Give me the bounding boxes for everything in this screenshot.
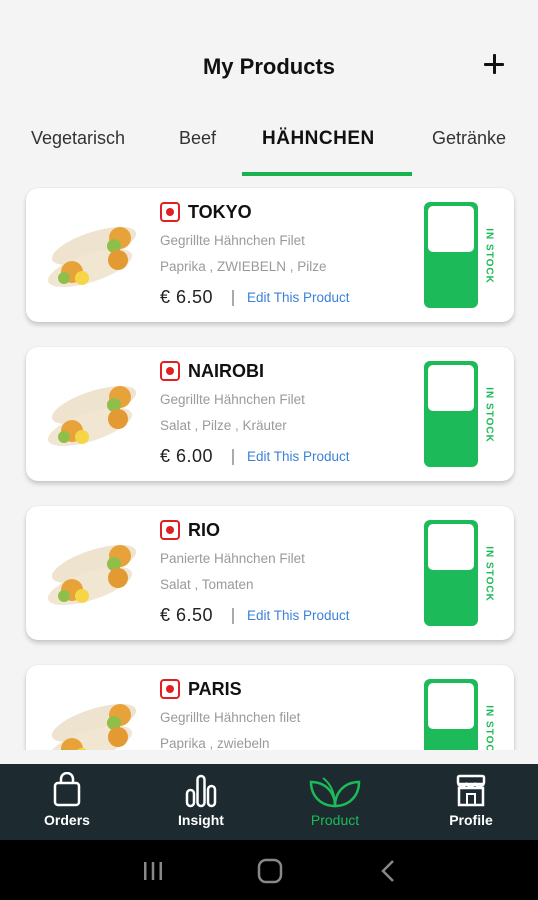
wrap-image <box>47 226 137 288</box>
category-tabs: Vegetarisch Beef HÄHNCHEN Getränke <box>0 118 538 178</box>
product-name: RIO <box>188 520 221 540</box>
product-list[interactable]: TOKYO Gegrillte Hähnchen Filet Paprika ,… <box>0 178 538 750</box>
nav-label: Insight <box>178 812 224 828</box>
product-card[interactable]: TOKYO Gegrillte Hähnchen Filet Paprika ,… <box>26 188 514 322</box>
toggle-knob <box>428 683 474 729</box>
product-name: NAIROBI <box>188 361 264 381</box>
edit-product-link[interactable]: Edit This Product <box>247 449 350 464</box>
wrap-image <box>47 385 137 447</box>
page-title: My Products <box>202 54 336 79</box>
product-description: Gegrillte Hähnchen Filet <box>160 233 305 248</box>
shopping-bag-icon <box>53 772 81 807</box>
product-price: € 6.50 <box>160 605 214 625</box>
product-description: Gegrillte Hähnchen filet <box>160 710 301 725</box>
stock-status-label: IN STOCK <box>483 705 495 750</box>
stock-toggle[interactable] <box>424 202 478 308</box>
divider <box>232 449 234 465</box>
wrap-image <box>47 703 137 750</box>
product-ingredients: Salat , Tomaten <box>160 577 254 592</box>
food-type-mark <box>160 361 180 381</box>
stock-status-label: IN STOCK <box>483 228 495 284</box>
wrap-image <box>47 544 137 606</box>
product-price: € 6.50 <box>160 287 214 307</box>
edit-product-link[interactable]: Edit This Product <box>247 290 350 305</box>
divider <box>232 290 234 306</box>
toggle-knob <box>428 365 474 411</box>
food-type-mark <box>160 520 180 540</box>
system-navigation-bar <box>0 840 538 900</box>
store-icon <box>456 774 486 807</box>
bottom-navigation: Orders Insight Product Profile <box>0 764 538 840</box>
nav-label: Product <box>310 812 360 828</box>
back-icon[interactable] <box>378 858 400 884</box>
nav-label: Profile <box>449 812 493 828</box>
edit-product-link[interactable]: Edit This Product <box>247 608 350 623</box>
product-card[interactable]: RIO Panierte Hähnchen Filet Salat , Toma… <box>26 506 514 640</box>
nav-insight[interactable]: Insight <box>134 764 268 840</box>
product-ingredients: Paprika , zwiebeln <box>160 736 270 750</box>
add-product-button[interactable] <box>480 50 508 78</box>
divider <box>232 608 234 624</box>
nav-orders[interactable]: Orders <box>0 764 134 840</box>
product-price: € 6.00 <box>160 446 214 466</box>
product-ingredients: Paprika , ZWIEBELN , Pilze <box>160 259 327 274</box>
tab-haehnchen[interactable]: HÄHNCHEN <box>262 128 375 150</box>
stock-status-label: IN STOCK <box>483 387 495 443</box>
stock-status-label: IN STOCK <box>483 546 495 602</box>
recent-apps-icon[interactable] <box>140 858 166 884</box>
tab-vegetarisch[interactable]: Vegetarisch <box>31 128 125 149</box>
home-icon[interactable] <box>256 858 284 884</box>
status-bar <box>0 0 538 36</box>
toggle-knob <box>428 524 474 570</box>
nav-profile[interactable]: Profile <box>404 764 538 840</box>
stock-toggle[interactable] <box>424 361 478 467</box>
toggle-knob <box>428 206 474 252</box>
product-card[interactable]: PARIS Gegrillte Hähnchen filet Paprika ,… <box>26 665 514 750</box>
bar-chart-icon <box>185 774 217 808</box>
food-type-mark <box>160 679 180 699</box>
tab-getraenke[interactable]: Getränke <box>432 128 506 149</box>
product-ingredients: Salat , Pilze , Kräuter <box>160 418 287 433</box>
leaf-icon <box>309 777 361 808</box>
app-header: My Products <box>0 36 538 102</box>
product-name: PARIS <box>188 679 242 699</box>
product-name: TOKYO <box>188 202 252 222</box>
nav-label: Orders <box>44 812 90 828</box>
nav-product[interactable]: Product <box>268 764 402 840</box>
active-tab-indicator <box>242 172 412 176</box>
product-description: Panierte Hähnchen Filet <box>160 551 305 566</box>
product-card[interactable]: NAIROBI Gegrillte Hähnchen Filet Salat ,… <box>26 347 514 481</box>
product-description: Gegrillte Hähnchen Filet <box>160 392 305 407</box>
food-type-mark <box>160 202 180 222</box>
stock-toggle[interactable] <box>424 679 478 750</box>
stock-toggle[interactable] <box>424 520 478 626</box>
tab-beef[interactable]: Beef <box>179 128 216 149</box>
